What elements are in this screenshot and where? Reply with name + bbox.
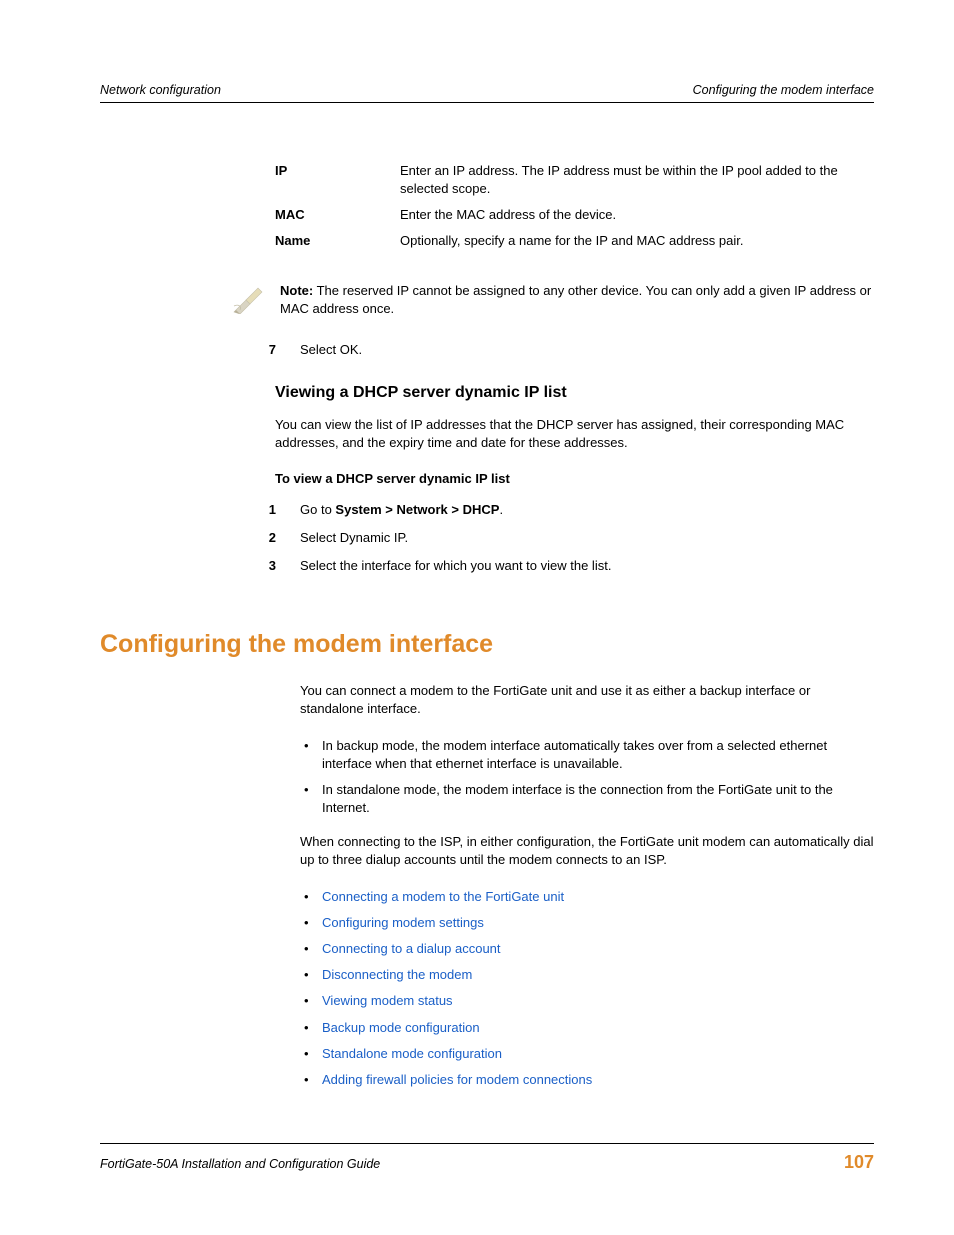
step-suffix: . <box>499 502 503 517</box>
link-backup-mode[interactable]: Backup mode configuration <box>322 1020 480 1035</box>
table-row: Name Optionally, specify a name for the … <box>275 228 874 254</box>
step-prefix: Go to <box>300 502 335 517</box>
page-number: 107 <box>844 1150 874 1175</box>
list-item: Configuring modem settings <box>300 914 874 932</box>
modem-intro: You can connect a modem to the FortiGate… <box>300 682 874 718</box>
desc-ip: Enter an IP address. The IP address must… <box>400 158 874 202</box>
link-viewing-modem-status[interactable]: Viewing modem status <box>322 993 453 1008</box>
link-disconnecting-modem[interactable]: Disconnecting the modem <box>322 967 472 982</box>
howto-heading: To view a DHCP server dynamic IP list <box>275 470 874 488</box>
link-configuring-modem-settings[interactable]: Configuring modem settings <box>322 915 484 930</box>
step-body: Select Dynamic IP. <box>300 529 874 547</box>
link-connecting-dialup[interactable]: Connecting to a dialup account <box>322 941 501 956</box>
dhcp-steps: 1 Go to System > Network > DHCP. 2 Selec… <box>100 501 874 576</box>
link-standalone-mode[interactable]: Standalone mode configuration <box>322 1046 502 1061</box>
step-number: 7 <box>252 341 276 359</box>
step-number: 2 <box>252 529 276 547</box>
table-row: IP Enter an IP address. The IP address m… <box>275 158 874 202</box>
list-item: Viewing modem status <box>300 992 874 1010</box>
list-item: 1 Go to System > Network > DHCP. <box>252 501 874 519</box>
list-item: Standalone mode configuration <box>300 1045 874 1063</box>
step-body: Select OK. <box>300 341 874 359</box>
heading-dhcp-list: Viewing a DHCP server dynamic IP list <box>275 382 874 404</box>
list-item: Backup mode configuration <box>300 1019 874 1037</box>
running-header-left: Network configuration <box>100 82 221 100</box>
list-item: In standalone mode, the modem interface … <box>300 781 874 817</box>
modem-modes-list: In backup mode, the modem interface auto… <box>300 737 874 818</box>
step-number: 1 <box>252 501 276 519</box>
step-body: Go to System > Network > DHCP. <box>300 501 874 519</box>
step-prefix: Select the interface for which you want … <box>300 558 611 573</box>
heading-modem: Configuring the modem interface <box>100 627 874 662</box>
footer-guide-title: FortiGate-50A Installation and Configura… <box>100 1156 380 1174</box>
note-body: The reserved IP cannot be assigned to an… <box>280 283 871 316</box>
definition-table: IP Enter an IP address. The IP address m… <box>275 158 874 255</box>
desc-mac: Enter the MAC address of the device. <box>400 202 874 228</box>
list-item: 2 Select Dynamic IP. <box>252 529 874 547</box>
dhcp-intro: You can view the list of IP addresses th… <box>275 416 874 452</box>
table-row: MAC Enter the MAC address of the device. <box>275 202 874 228</box>
link-connecting-modem[interactable]: Connecting a modem to the FortiGate unit <box>322 889 564 904</box>
term-name: Name <box>275 228 400 254</box>
list-item: Connecting to a dialup account <box>300 940 874 958</box>
step-7: 7 Select OK. <box>100 341 874 359</box>
term-mac: MAC <box>275 202 400 228</box>
modem-para2: When connecting to the ISP, in either co… <box>300 833 874 869</box>
step-bold: System > Network > DHCP <box>335 502 499 517</box>
link-adding-firewall-policies[interactable]: Adding firewall policies for modem conne… <box>322 1072 592 1087</box>
page-footer: FortiGate-50A Installation and Configura… <box>100 1143 874 1175</box>
step-prefix: Select Dynamic IP. <box>300 530 408 545</box>
note-block: Note: The reserved IP cannot be assigned… <box>232 282 874 319</box>
term-ip: IP <box>275 158 400 202</box>
list-item: Connecting a modem to the FortiGate unit <box>300 888 874 906</box>
step-number: 3 <box>252 557 276 575</box>
header-rule <box>100 102 874 103</box>
note-label: Note: <box>280 283 313 298</box>
list-item: Adding firewall policies for modem conne… <box>300 1071 874 1089</box>
list-item: In backup mode, the modem interface auto… <box>300 737 874 773</box>
footer-rule <box>100 1143 874 1144</box>
list-item: Disconnecting the modem <box>300 966 874 984</box>
running-header: Network configuration Configuring the mo… <box>100 82 874 100</box>
running-header-right: Configuring the modem interface <box>693 82 874 100</box>
step-body: Select the interface for which you want … <box>300 557 874 575</box>
note-text: Note: The reserved IP cannot be assigned… <box>280 282 874 319</box>
note-icon <box>232 282 268 319</box>
modem-links-list: Connecting a modem to the FortiGate unit… <box>300 888 874 1090</box>
list-item: 3 Select the interface for which you wan… <box>252 557 874 575</box>
desc-name: Optionally, specify a name for the IP an… <box>400 228 874 254</box>
